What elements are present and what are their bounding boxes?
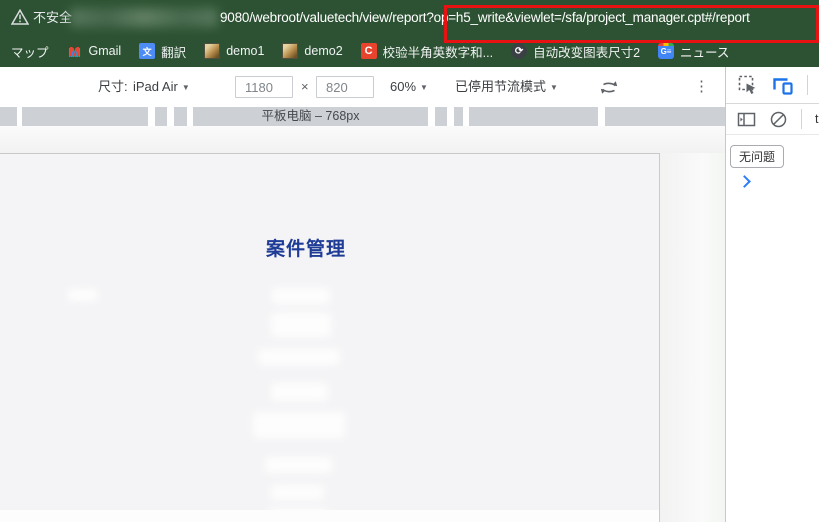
bookmark-item[interactable]: demo2 [282, 43, 343, 59]
redacted-text-row [258, 349, 340, 365]
emulated-page-viewport: 案件管理 [0, 153, 660, 522]
bookmark-item[interactable]: 翻訳 [139, 42, 186, 61]
bookmark-label: demo1 [226, 44, 265, 58]
bookmark-favicon-icon [204, 43, 221, 59]
inspect-element-icon[interactable] [738, 75, 758, 95]
breakpoint-preset-label[interactable]: 平板电脑 – 768px [193, 107, 428, 126]
bookmark-label: 校验半角英数字和... [382, 45, 494, 60]
more-options-icon[interactable]: ⋮ [694, 67, 709, 107]
bookmark-label: マップ [11, 45, 49, 60]
chevron-down-icon: ▼ [420, 83, 428, 92]
page-title: 案件管理 [265, 239, 346, 260]
dimension-times-label: × [301, 79, 309, 94]
bookmark-item[interactable]: 校验半角英数字和... [360, 42, 494, 61]
not-secure-label[interactable]: 不安全 [33, 0, 72, 35]
toolbar-divider [801, 109, 802, 129]
bookmark-favicon-icon [282, 43, 299, 59]
url-text[interactable]: 9080/webroot/valuetech/view/report?op=h5… [220, 0, 750, 35]
bookmark-favicon-icon [139, 43, 156, 59]
bookmark-favicon-icon [511, 43, 528, 59]
bookmarks-bar: マップ Gmail 翻訳 demo1 demo2 校验半角英数字和... 自动改… [0, 35, 819, 67]
url-prefix: 9080/webroot/valuetech/view/report [220, 10, 427, 25]
stage-top-margin [0, 126, 725, 153]
devtools-panel: t 无问题 [725, 67, 819, 522]
devtools-main-toolbar [726, 67, 819, 104]
breakpoint-segment[interactable] [605, 107, 725, 126]
url-redacted-blur [70, 8, 218, 27]
redacted-text-row [271, 313, 331, 337]
bookmark-label: 自动改变图表尺寸2 [533, 45, 641, 60]
clear-console-icon[interactable] [769, 110, 788, 129]
no-issues-badge[interactable]: 无问题 [730, 145, 785, 168]
bookmark-item[interactable]: Gmail [67, 43, 122, 59]
device-select[interactable]: iPad Air ▼ [133, 67, 190, 107]
devtools-console-toolbar: t [726, 104, 819, 135]
viewport-height-input[interactable] [316, 76, 374, 98]
redacted-text-row [271, 485, 324, 500]
breakpoint-segment[interactable] [0, 107, 17, 126]
bookmark-item[interactable]: マップ [11, 42, 49, 61]
bookmark-label: 翻訳 [161, 45, 187, 60]
page-bottom-strip [0, 510, 659, 522]
bookmark-item[interactable]: demo1 [204, 43, 264, 59]
toolbar-divider [807, 75, 808, 95]
breakpoint-segment[interactable] [155, 107, 167, 126]
breakpoint-segment[interactable] [435, 107, 447, 126]
chevron-down-icon: ▼ [181, 83, 190, 92]
console-sidebar-icon[interactable] [737, 111, 756, 128]
url-highlighted-part: ?op=h5_write&viewlet=/sfa/project_manage… [426, 10, 750, 25]
throttling-select[interactable]: 已停用节流模式 ▼ [455, 67, 558, 107]
breakpoint-ruler: 平板电脑 – 768px [0, 107, 725, 126]
browser-address-bar: 不安全 9080/webroot/valuetech/view/report?o… [0, 0, 819, 43]
emulation-stage: 案件管理 [0, 126, 725, 522]
dimensions-label: 尺寸: [98, 79, 128, 94]
bookmark-label: Gmail [88, 44, 122, 58]
chevron-down-icon: ▼ [550, 83, 558, 92]
redacted-text-row [68, 289, 98, 301]
console-prompt-chevron-icon[interactable] [738, 175, 751, 188]
breakpoint-segment[interactable] [469, 107, 598, 126]
toggle-device-toolbar-icon[interactable] [771, 76, 794, 95]
breakpoint-segment[interactable] [22, 107, 148, 126]
breakpoint-segment[interactable] [454, 107, 463, 126]
bookmark-item[interactable]: 自动改变图表尺寸2 [511, 42, 640, 61]
zoom-select[interactable]: 60% ▼ [390, 67, 428, 107]
bookmark-favicon-icon [360, 43, 377, 59]
rotate-viewport-icon[interactable] [596, 75, 622, 104]
bookmark-favicon-icon [658, 43, 675, 59]
not-secure-warning-icon[interactable] [10, 8, 30, 30]
redacted-text-row [265, 457, 332, 473]
breakpoint-segment[interactable] [174, 107, 187, 126]
redacted-text-row [271, 383, 328, 401]
device-emulation-toolbar: 尺寸: iPad Air▼ × 60%▼ 已停用节流模式▼ ⋮ [0, 67, 725, 107]
bookmark-label: demo2 [304, 44, 343, 58]
bookmark-label: ニュース [680, 45, 730, 60]
viewport-width-input[interactable] [235, 76, 293, 98]
redacted-text-row [253, 412, 345, 438]
redacted-text-row [272, 288, 330, 304]
bookmark-favicon-icon [67, 43, 83, 59]
console-context-clipped-label[interactable]: t [815, 112, 818, 126]
bookmark-item[interactable]: ニュース [658, 42, 729, 61]
